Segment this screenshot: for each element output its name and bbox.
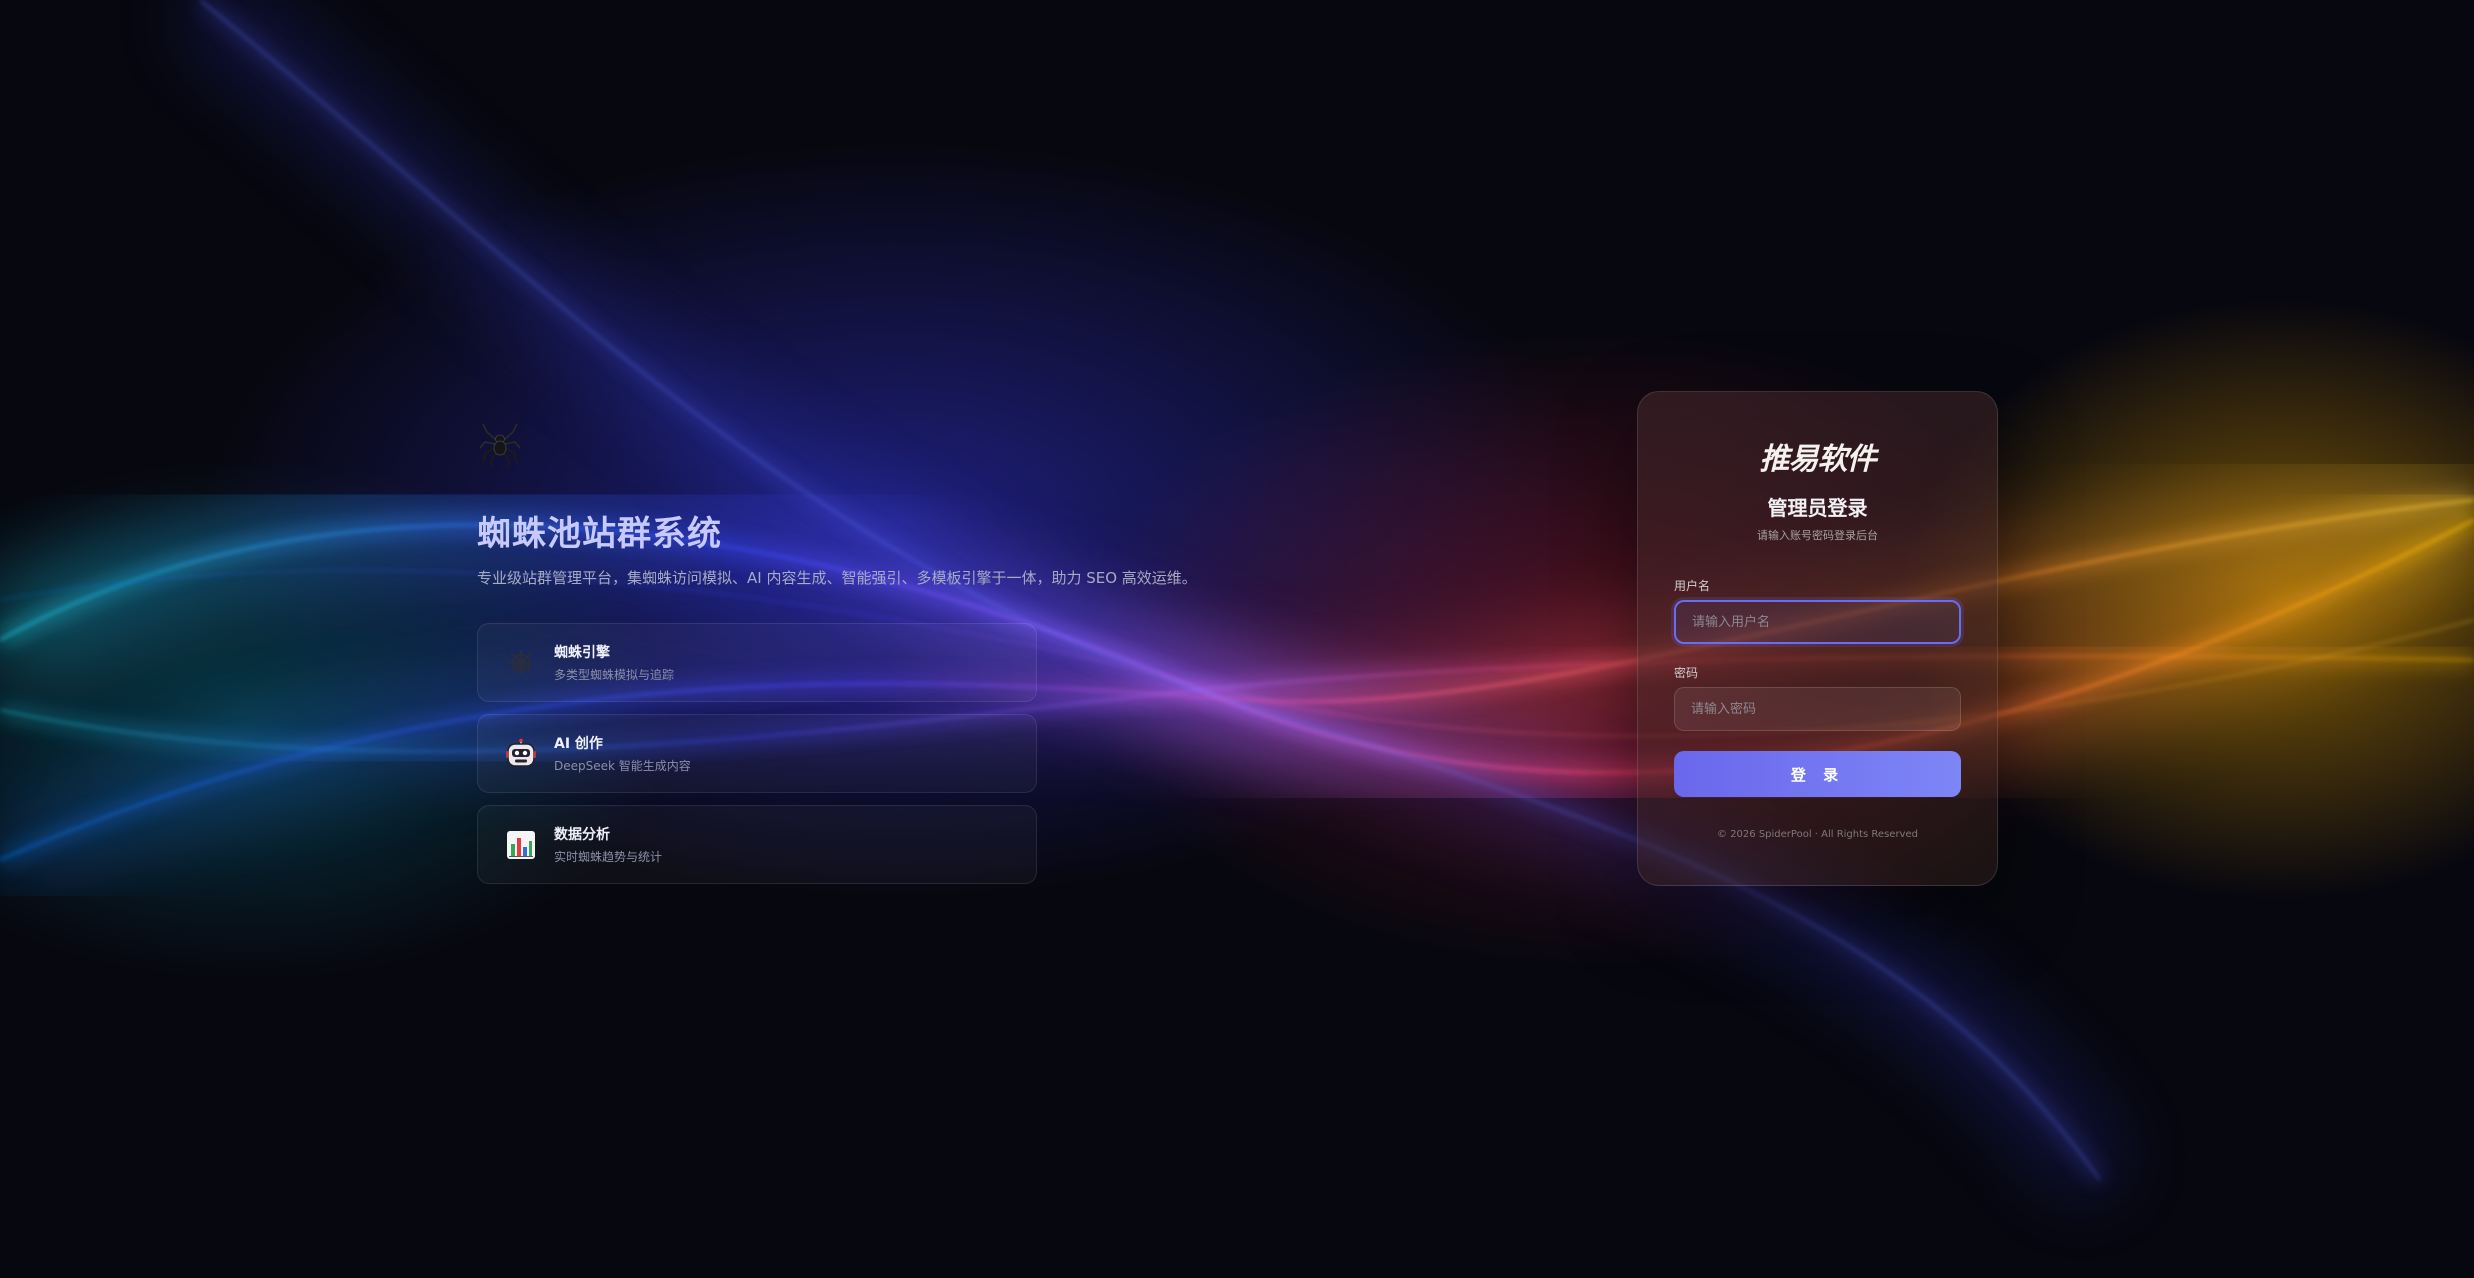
copyright-text: © 2026 SpiderPool · All Rights Reserved — [1717, 829, 1918, 840]
feature-card-data-analysis: 数据分析 实时蜘蛛趋势与统计 — [477, 805, 1037, 884]
page-title: 蜘蛛池站群系统 — [477, 514, 722, 554]
password-input[interactable] — [1674, 687, 1961, 731]
login-subtitle: 请输入账号密码登录后台 — [1757, 529, 1878, 542]
background-light-waves — [0, 0, 2474, 1278]
bar-chart-icon — [504, 828, 538, 862]
username-label: 用户名 — [1674, 579, 1711, 593]
page-description: 专业级站群管理平台，集蜘蛛访问模拟、AI 内容生成、智能强引、多模板引擎于一体，… — [477, 569, 1197, 587]
feature-title: 数据分析 — [554, 827, 610, 843]
login-page: 蜘蛛池站群系统 专业级站群管理平台，集蜘蛛访问模拟、AI 内容生成、智能强引、多… — [0, 0, 2474, 1278]
login-button[interactable]: 登 录 — [1674, 751, 1961, 797]
feature-card-spider-engine: 蜘蛛引擎 多类型蜘蛛模拟与追踪 — [477, 623, 1037, 702]
spider-web-icon — [504, 646, 538, 680]
robot-icon — [504, 737, 538, 771]
password-label: 密码 — [1674, 666, 1699, 680]
spider-icon — [477, 420, 523, 467]
feature-subtitle: 实时蜘蛛趋势与统计 — [554, 850, 663, 864]
feature-subtitle: 多类型蜘蛛模拟与追踪 — [554, 668, 675, 682]
feature-card-ai-writing: AI 创作 DeepSeek 智能生成内容 — [477, 714, 1037, 793]
feature-title: AI 创作 — [554, 736, 603, 752]
feature-title: 蜘蛛引擎 — [554, 645, 610, 661]
feature-subtitle: DeepSeek 智能生成内容 — [554, 759, 691, 773]
username-input[interactable] — [1674, 600, 1961, 644]
login-title: 管理员登录 — [1767, 496, 1868, 520]
login-card: 推易软件 管理员登录 请输入账号密码登录后台 用户名 密码 登 录 © 2026… — [1637, 391, 1998, 886]
brand-logo: 推易软件 — [1759, 442, 1877, 477]
hero-section: 蜘蛛池站群系统 专业级站群管理平台，集蜘蛛访问模拟、AI 内容生成、智能强引、多… — [477, 420, 1197, 896]
